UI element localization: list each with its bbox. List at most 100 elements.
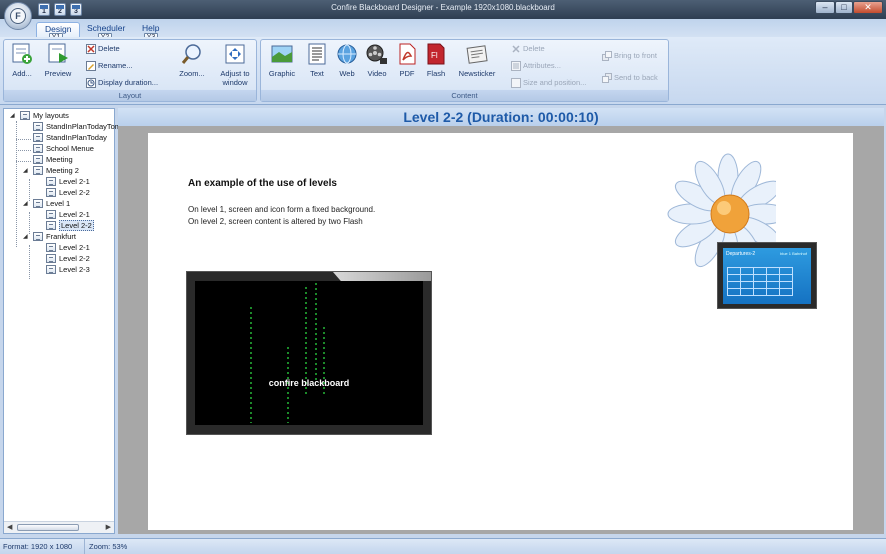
tree-item[interactable]: ◢ Meeting 2: [23, 166, 79, 176]
tree-item-label: StandInPlanToday: [46, 133, 107, 142]
send-to-back-icon: [602, 73, 612, 84]
adjust-to-window-button[interactable]: Adjust to window: [215, 43, 255, 87]
video-button[interactable]: Video: [363, 43, 391, 78]
layout-icon: [46, 265, 56, 274]
newsticker-button[interactable]: Newsticker: [454, 43, 500, 78]
tree-item[interactable]: StandInPlanToday: [33, 133, 107, 143]
layout-group: Add... Preview Delete Rename... Display …: [3, 39, 257, 102]
quick-access-3-icon[interactable]: 3: [70, 3, 82, 16]
rename-button[interactable]: Rename...: [86, 61, 133, 72]
delete-icon: [86, 44, 96, 55]
layout-icon: [33, 155, 43, 164]
departure-table: [727, 267, 793, 296]
send-to-back-button[interactable]: Send to back: [602, 73, 658, 84]
tree-item[interactable]: Level 2-2: [46, 254, 90, 264]
add-button[interactable]: Add...: [8, 43, 36, 78]
size-position-button[interactable]: Size and position...: [511, 78, 587, 89]
quick-access-1-icon[interactable]: 1: [38, 3, 50, 16]
tree-root[interactable]: ◢ My layouts: [10, 111, 69, 121]
layout-icon: [33, 199, 43, 208]
zoom-label: Zoom...: [179, 69, 205, 78]
zoom-button[interactable]: Zoom...: [176, 43, 208, 78]
tree-item-selected[interactable]: Level 2-2: [46, 220, 94, 231]
ribbon-tab-row: Design Scheduler Help: [0, 19, 886, 38]
preview-button[interactable]: Preview: [42, 43, 74, 78]
layout-tree: ◢ My layouts StandInPlanTodayTomorrow Sta…: [3, 108, 140, 534]
collapse-icon[interactable]: ◢: [23, 201, 30, 208]
layout-icon: [33, 122, 43, 131]
tree-item[interactable]: Level 2-3: [46, 265, 90, 275]
size-position-icon: [511, 78, 521, 89]
attributes-label: Attributes...: [523, 61, 561, 70]
send-to-back-label: Send to back: [614, 73, 658, 82]
content-delete-button[interactable]: Delete: [511, 44, 545, 54]
tree-item[interactable]: School Menue: [33, 144, 94, 154]
quick-access-2-icon[interactable]: 2: [54, 3, 66, 16]
scroll-right-icon[interactable]: ▶: [106, 523, 111, 531]
content-line-2: On level 2, screen content is altered by…: [188, 217, 363, 226]
status-zoom: Zoom: 53%: [84, 539, 127, 554]
attributes-button[interactable]: Attributes...: [511, 61, 561, 72]
tree-item[interactable]: Level 2-1: [46, 177, 90, 187]
newsticker-label: Newsticker: [458, 69, 496, 78]
tree-item[interactable]: Level 2-2: [46, 188, 90, 198]
tree-item-label: Level 2-1: [59, 243, 90, 252]
text-label: Text: [310, 69, 324, 78]
flash-button[interactable]: Fl Flash: [423, 43, 449, 78]
pdf-button[interactable]: PDF: [395, 43, 419, 78]
tree-item-label: Meeting 2: [46, 166, 79, 175]
layout-icon: [46, 188, 56, 197]
layout-icon: [33, 144, 43, 153]
monitor-screen: Departures-2 blue 1 Bahnhof: [723, 248, 811, 304]
layout-icon: [46, 210, 56, 219]
display-duration-button[interactable]: Display duration...: [86, 78, 158, 89]
layout-icon: [33, 232, 43, 241]
layout-icon: [46, 221, 56, 230]
monitor-subtitle: blue 1 Bahnhof: [780, 251, 807, 256]
content-heading: An example of the use of levels: [188, 178, 337, 189]
content-group: Graphic Text Web Video PDF Fl Flash News…: [260, 39, 669, 102]
rename-icon: [86, 61, 96, 72]
text-button[interactable]: Text: [303, 43, 331, 78]
collapse-icon[interactable]: ◢: [23, 168, 30, 175]
video-label: Video: [367, 69, 387, 78]
tree-item[interactable]: Level 2-1: [46, 243, 90, 253]
tree-item[interactable]: ◢ Level 1: [23, 199, 70, 209]
preview-label: Preview: [44, 69, 72, 78]
maximize-button[interactable]: □: [835, 1, 853, 14]
tree-horizontal-scrollbar[interactable]: ◀ ▶: [4, 521, 114, 533]
tree-item[interactable]: Level 2-1: [46, 210, 90, 220]
tree-item-label: School Menue: [46, 144, 94, 153]
bring-to-front-label: Bring to front: [614, 51, 657, 60]
close-button[interactable]: ✕: [853, 1, 883, 14]
add-label: Add...: [12, 69, 32, 78]
collapse-icon[interactable]: ◢: [10, 113, 17, 120]
tree-item-label: Meeting: [46, 155, 73, 164]
app-logo-icon: F: [10, 8, 26, 24]
tree-item[interactable]: Meeting: [33, 155, 73, 165]
layout-icon: [46, 243, 56, 252]
minimize-button[interactable]: –: [815, 1, 835, 14]
title-bar: Confire Blackboard Designer - Example 19…: [0, 0, 886, 19]
tree-item-label: Level 2-2: [59, 188, 90, 197]
status-bar: Format: 1920 x 1080 Zoom: 53%: [0, 538, 886, 554]
tree-item[interactable]: ◢ Frankfurt: [23, 232, 76, 242]
graphic-label: Graphic: [268, 69, 296, 78]
attributes-icon: [511, 61, 521, 72]
layout-delete-button[interactable]: Delete: [86, 44, 120, 55]
scrollbar-thumb[interactable]: [17, 524, 79, 531]
rename-label: Rename...: [98, 61, 133, 70]
layout-title: Level 2-2 (Duration: 00:00:10): [403, 109, 599, 125]
bring-to-front-button[interactable]: Bring to front: [602, 51, 657, 62]
departure-monitor-icon[interactable]: Departures-2 blue 1 Bahnhof: [717, 242, 817, 309]
graphic-button[interactable]: Graphic: [267, 43, 297, 78]
application-menu-button[interactable]: F: [4, 2, 32, 30]
web-button[interactable]: Web: [334, 43, 360, 78]
collapse-icon[interactable]: ◢: [23, 234, 30, 241]
add-layout-icon: [11, 43, 33, 65]
video-reel-icon: [366, 43, 388, 65]
flash-screen-element[interactable]: confire blackboard: [186, 271, 432, 435]
scroll-left-icon[interactable]: ◀: [7, 523, 12, 531]
size-position-label: Size and position...: [523, 78, 587, 87]
flash-icon: Fl: [425, 43, 447, 65]
